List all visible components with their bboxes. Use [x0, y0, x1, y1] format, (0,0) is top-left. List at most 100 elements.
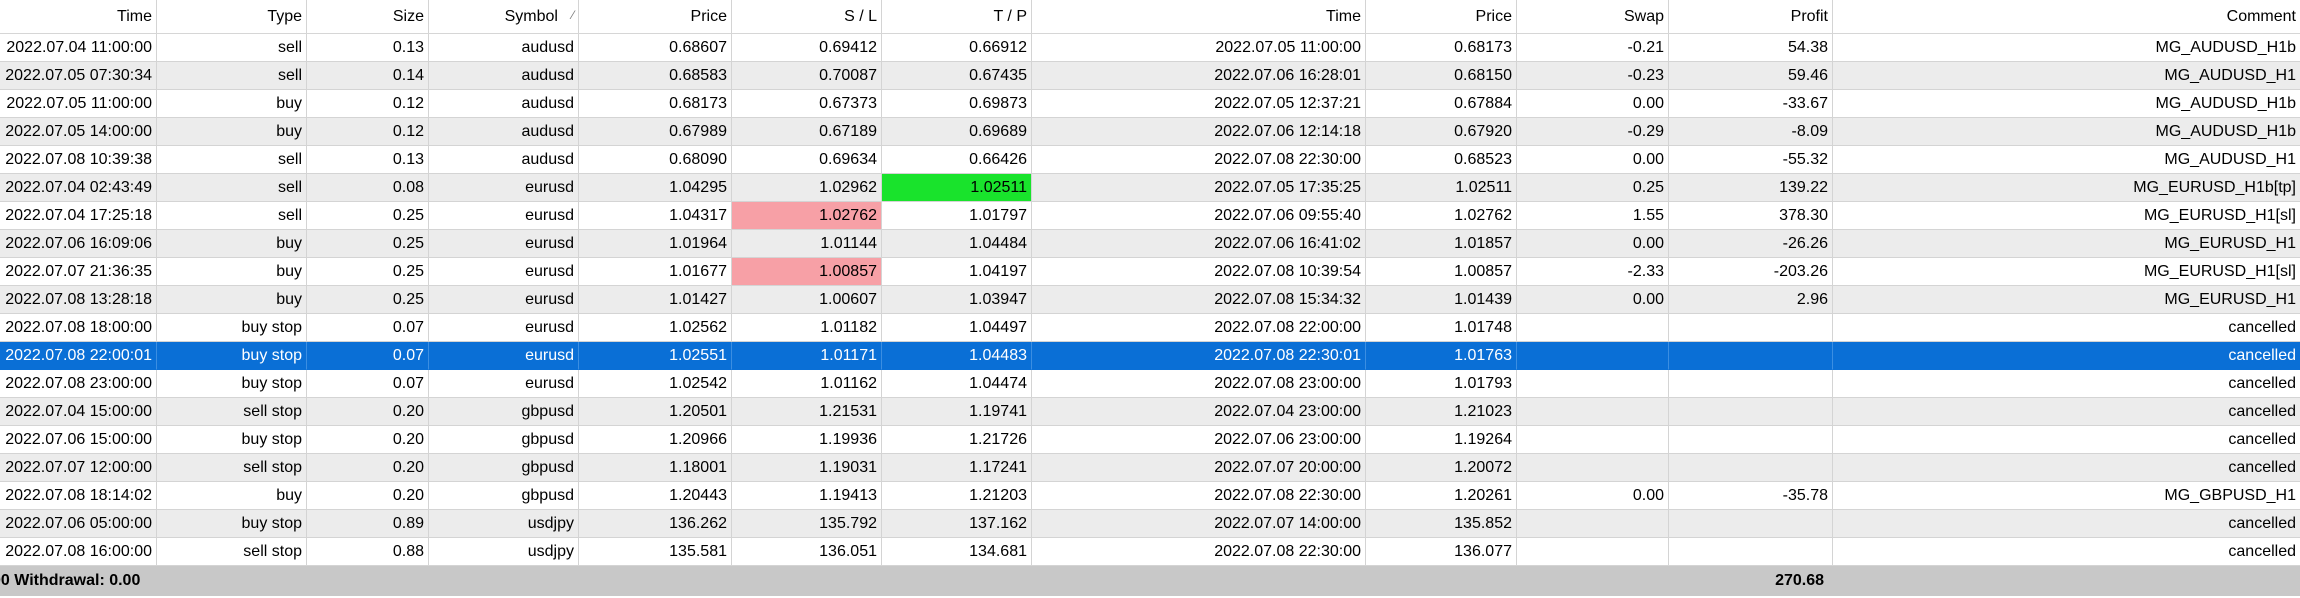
cell-type: buy stop	[157, 510, 307, 538]
cell-type: sell stop	[157, 454, 307, 482]
cell-stop-loss: 1.00857	[732, 258, 882, 286]
cell-size: 0.14	[307, 62, 429, 90]
cell-close-time: 2022.07.08 22:30:00	[1032, 482, 1366, 510]
table-row[interactable]: 2022.07.06 16:09:06 buy 0.25 eurusd 1.01964 1…	[0, 230, 2300, 258]
cell-take-profit: 1.01797	[882, 202, 1032, 230]
header-symbol[interactable]: Symbol ⁄	[429, 0, 579, 33]
cell-size: 0.13	[307, 34, 429, 62]
footer-total-profit: 270.68	[1775, 572, 1824, 589]
cell-type: sell	[157, 34, 307, 62]
table-row[interactable]: 2022.07.05 07:30:34 sell 0.14 audusd 0.68583…	[0, 62, 2300, 90]
table-row[interactable]: 2022.07.04 17:25:18 sell 0.25 eurusd 1.04317…	[0, 202, 2300, 230]
header-close-time[interactable]: Time	[1032, 0, 1366, 33]
table-row[interactable]: 2022.07.05 14:00:00 buy 0.12 audusd 0.67989 0…	[0, 118, 2300, 146]
header-size[interactable]: Size	[307, 0, 429, 33]
cell-type: sell stop	[157, 538, 307, 566]
cell-type: buy stop	[157, 342, 307, 370]
cell-take-profit: 1.04484	[882, 230, 1032, 258]
cell-profit	[1669, 398, 1833, 426]
table-row[interactable]: 2022.07.05 11:00:00 buy 0.12 audusd 0.68173 0…	[0, 90, 2300, 118]
table-row[interactable]: 2022.07.08 18:14:02 buy 0.20 gbpusd 1.20443 1…	[0, 482, 2300, 510]
cell-symbol: audusd	[429, 34, 579, 62]
cell-profit	[1669, 314, 1833, 342]
cell-swap: 0.00	[1517, 230, 1669, 258]
cell-take-profit: 137.162	[882, 510, 1032, 538]
cell-close-price: 0.67920	[1366, 118, 1517, 146]
cell-open-time: 2022.07.08 23:00:00	[0, 370, 157, 398]
cell-size: 0.20	[307, 454, 429, 482]
cell-close-time: 2022.07.08 22:00:00	[1032, 314, 1366, 342]
header-profit[interactable]: Profit	[1669, 0, 1833, 33]
header-stop-loss[interactable]: S / L	[732, 0, 882, 33]
cell-take-profit: 1.17241	[882, 454, 1032, 482]
cell-stop-loss: 0.70087	[732, 62, 882, 90]
cell-type: sell stop	[157, 398, 307, 426]
cell-open-time: 2022.07.05 11:00:00	[0, 90, 157, 118]
cell-stop-loss: 136.051	[732, 538, 882, 566]
header-comment[interactable]: Comment	[1833, 0, 2300, 33]
cell-open-price: 1.04317	[579, 202, 732, 230]
table-row[interactable]: 2022.07.04 11:00:00 sell 0.13 audusd 0.68607…	[0, 34, 2300, 62]
cell-type: buy stop	[157, 370, 307, 398]
cell-open-price: 0.68583	[579, 62, 732, 90]
cell-size: 0.20	[307, 426, 429, 454]
cell-close-price: 135.852	[1366, 510, 1517, 538]
table-row[interactable]: 2022.07.08 22:00:01 buy stop 0.07 eurusd 1.0…	[0, 342, 2300, 370]
cell-close-price: 1.20261	[1366, 482, 1517, 510]
cell-stop-loss: 1.19031	[732, 454, 882, 482]
cell-take-profit: 1.21203	[882, 482, 1032, 510]
table-row[interactable]: 2022.07.08 18:00:00 buy stop 0.07 eurusd 1.0…	[0, 314, 2300, 342]
table-row[interactable]: 2022.07.04 15:00:00 sell stop 0.20 gbpusd 1.…	[0, 398, 2300, 426]
cell-open-time: 2022.07.08 22:00:01	[0, 342, 157, 370]
cell-take-profit: 0.69689	[882, 118, 1032, 146]
cell-take-profit: 0.69873	[882, 90, 1032, 118]
cell-close-price: 1.19264	[1366, 426, 1517, 454]
cell-comment: cancelled	[1833, 426, 2300, 454]
cell-comment: MG_AUDUSD_H1b	[1833, 90, 2300, 118]
header-take-profit[interactable]: T / P	[882, 0, 1032, 33]
cell-comment: MG_AUDUSD_H1	[1833, 146, 2300, 174]
cell-close-price: 1.00857	[1366, 258, 1517, 286]
cell-stop-loss: 0.69412	[732, 34, 882, 62]
cell-open-price: 1.18001	[579, 454, 732, 482]
cell-comment: MG_EURUSD_H1[sl]	[1833, 258, 2300, 286]
cell-swap	[1517, 454, 1669, 482]
cell-open-price: 1.20966	[579, 426, 732, 454]
cell-stop-loss: 1.02962	[732, 174, 882, 202]
cell-comment: cancelled	[1833, 510, 2300, 538]
cell-stop-loss: 0.67373	[732, 90, 882, 118]
header-open-time[interactable]: Time	[0, 0, 157, 33]
table-row[interactable]: 2022.07.08 13:28:18 buy 0.25 eurusd 1.01427 1…	[0, 286, 2300, 314]
cell-close-time: 2022.07.08 10:39:54	[1032, 258, 1366, 286]
header-open-price[interactable]: Price	[579, 0, 732, 33]
cell-close-time: 2022.07.05 11:00:00	[1032, 34, 1366, 62]
table-row[interactable]: 2022.07.06 05:00:00 buy stop 0.89 usdjpy 136…	[0, 510, 2300, 538]
cell-close-time: 2022.07.06 23:00:00	[1032, 426, 1366, 454]
cell-size: 0.25	[307, 230, 429, 258]
cell-open-price: 1.04295	[579, 174, 732, 202]
table-row[interactable]: 2022.07.06 15:00:00 buy stop 0.20 gbpusd 1.2…	[0, 426, 2300, 454]
table-row[interactable]: 2022.07.08 23:00:00 buy stop 0.07 eurusd 1.0…	[0, 370, 2300, 398]
cell-symbol: usdjpy	[429, 538, 579, 566]
cell-type: buy	[157, 286, 307, 314]
table-row[interactable]: 2022.07.04 02:43:49 sell 0.08 eurusd 1.04295…	[0, 174, 2300, 202]
cell-profit: -33.67	[1669, 90, 1833, 118]
table-row[interactable]: 2022.07.07 12:00:00 sell stop 0.20 gbpusd 1.…	[0, 454, 2300, 482]
cell-take-profit: 0.66426	[882, 146, 1032, 174]
cell-stop-loss: 135.792	[732, 510, 882, 538]
cell-close-time: 2022.07.08 22:30:00	[1032, 146, 1366, 174]
table-row[interactable]: 2022.07.08 10:39:38 sell 0.13 audusd 0.68090…	[0, 146, 2300, 174]
cell-stop-loss: 1.00607	[732, 286, 882, 314]
header-swap[interactable]: Swap	[1517, 0, 1669, 33]
cell-take-profit: 1.21726	[882, 426, 1032, 454]
cell-open-time: 2022.07.08 18:00:00	[0, 314, 157, 342]
cell-profit: 54.38	[1669, 34, 1833, 62]
header-close-price[interactable]: Price	[1366, 0, 1517, 33]
table-row[interactable]: 2022.07.08 16:00:00 sell stop 0.88 usdjpy 13…	[0, 538, 2300, 566]
cell-comment: cancelled	[1833, 398, 2300, 426]
cell-comment: MG_GBPUSD_H1	[1833, 482, 2300, 510]
cell-symbol: audusd	[429, 118, 579, 146]
header-type[interactable]: Type	[157, 0, 307, 33]
table-row[interactable]: 2022.07.07 21:36:35 buy 0.25 eurusd 1.01677 1…	[0, 258, 2300, 286]
cell-open-time: 2022.07.08 16:00:00	[0, 538, 157, 566]
